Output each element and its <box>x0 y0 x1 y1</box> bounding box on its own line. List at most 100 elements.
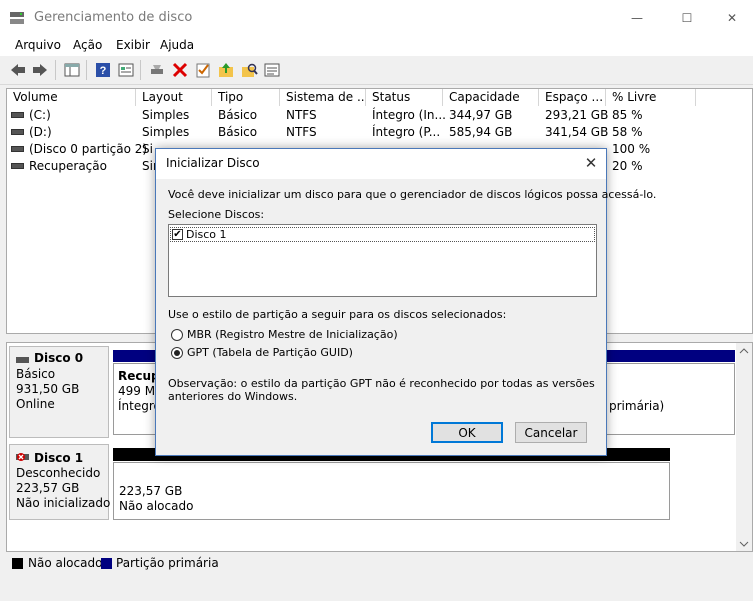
radio-selected-dot <box>174 350 180 356</box>
table-cell-volume[interactable]: (Disco 0 partição 2) <box>29 141 147 158</box>
table-cell-volume[interactable]: Recuperação <box>29 158 107 175</box>
partition-style-label: Use o estilo de partição a seguir para o… <box>168 308 507 321</box>
unallocated-size: 223,57 GB <box>119 484 183 498</box>
volume-icon <box>11 146 24 152</box>
toolbar-separator <box>86 60 87 80</box>
table-cell-status: Íntegro (P... <box>372 125 441 139</box>
disk-1-state: Não inicializado <box>16 496 111 510</box>
legend-bar <box>0 553 753 575</box>
table-cell-capacidade: 344,97 GB <box>449 108 513 122</box>
disk-list-item[interactable] <box>170 227 595 242</box>
select-disks-label: Selecione Discos: <box>168 208 265 221</box>
mbr-label[interactable]: MBR (Registro Mestre de Inicialização) <box>187 328 398 341</box>
column-header-sistema[interactable]: Sistema de ... <box>280 89 366 106</box>
properties-icon[interactable] <box>117 61 135 79</box>
table-cell-pct: 100 % <box>612 142 651 156</box>
legend-unallocated: Não alocado <box>28 556 103 570</box>
window-title: Gerenciamento de disco <box>34 10 193 25</box>
legend-primary-partition: Partição primária <box>116 556 219 570</box>
column-header-status[interactable]: Status <box>366 89 443 106</box>
console-tree-icon[interactable] <box>63 61 81 79</box>
svg-text:?: ? <box>100 65 107 77</box>
table-cell-capacidade: 585,94 GB <box>449 125 513 139</box>
gpt-note-text: Observação: o estilo da partição GPT não… <box>168 377 595 403</box>
help-icon[interactable]: ? <box>94 61 112 79</box>
table-cell-espaco: 293,21 GB <box>545 108 609 122</box>
back-arrow-icon[interactable] <box>9 61 27 79</box>
disk-0-state: Online <box>16 397 55 411</box>
disk-icon <box>16 353 29 363</box>
disk-1-type: Desconhecido <box>16 466 101 480</box>
column-header-volume[interactable]: Volume <box>7 89 136 106</box>
delete-icon[interactable] <box>171 61 189 79</box>
toolbar-separator <box>55 60 56 80</box>
close-window-button[interactable]: ✕ <box>709 0 753 36</box>
table-cell-volume[interactable]: (D:) <box>29 124 52 141</box>
menu-acao[interactable]: Ação <box>73 38 102 52</box>
checkmark-icon: ✔ <box>173 229 182 240</box>
table-cell-status: Íntegro (In... <box>372 108 446 122</box>
disk-0-name: Disco 0 <box>34 351 84 365</box>
dialog-close-button[interactable]: ✕ <box>580 153 602 173</box>
partition-title: Recup <box>118 369 160 383</box>
table-cell-layout: Si <box>142 142 153 156</box>
connect-disk-icon[interactable] <box>148 61 166 79</box>
column-header-pct-livre[interactable]: % Livre <box>606 89 696 106</box>
table-cell-tipo: Básico <box>218 125 258 139</box>
minimize-icon: — <box>631 11 643 25</box>
menu-arquivo[interactable]: Arquivo <box>15 38 61 52</box>
column-header-espaco[interactable]: Espaço ... <box>539 89 606 106</box>
maximize-button[interactable]: ☐ <box>664 0 710 36</box>
volume-icon <box>11 129 24 135</box>
close-icon: ✕ <box>584 154 598 172</box>
table-cell-fs: NTFS <box>286 125 317 139</box>
primary-partition-swatch <box>101 558 112 569</box>
dialog-intro-text: Você deve inicializar um disco para que … <box>168 188 657 201</box>
table-cell-espaco: 341,54 GB <box>545 125 609 139</box>
column-header-capacidade[interactable]: Capacidade <box>443 89 539 106</box>
disk-error-icon <box>16 451 29 461</box>
list-view-icon[interactable] <box>263 61 281 79</box>
gpt-label[interactable]: GPT (Tabela de Partição GUID) <box>187 346 353 359</box>
toolbar-separator <box>140 60 141 80</box>
toolbar <box>0 56 753 85</box>
dialog-title: Inicializar Disco <box>166 156 260 170</box>
menu-ajuda[interactable]: Ajuda <box>160 38 194 52</box>
table-cell-fs: NTFS <box>286 108 317 122</box>
minimize-button[interactable]: — <box>614 0 660 36</box>
table-cell-pct: 20 % <box>612 159 643 173</box>
disk-0-size: 931,50 GB <box>16 382 80 396</box>
table-cell-pct: 85 % <box>612 108 643 122</box>
partition-type-text: primária) <box>609 399 665 413</box>
folder-search-icon[interactable] <box>240 61 258 79</box>
menu-bar <box>0 36 753 56</box>
mbr-radio[interactable] <box>171 329 183 341</box>
checklist-icon[interactable] <box>194 61 212 79</box>
table-cell-tipo: Básico <box>218 108 258 122</box>
maximize-icon: ☐ <box>681 11 693 25</box>
volume-icon <box>11 163 24 169</box>
vertical-scrollbar[interactable] <box>736 343 752 551</box>
disk-1-size: 223,57 GB <box>16 481 80 495</box>
menu-exibir[interactable]: Exibir <box>116 38 150 52</box>
gpt-radio[interactable] <box>171 347 183 359</box>
table-cell-volume[interactable]: (C:) <box>29 107 51 124</box>
disk-item-label: Disco 1 <box>186 228 227 241</box>
column-header-tipo[interactable]: Tipo <box>212 89 280 106</box>
volume-icon <box>11 112 24 118</box>
folder-up-icon[interactable] <box>217 61 235 79</box>
forward-arrow-icon[interactable] <box>31 61 49 79</box>
table-cell-pct: 58 % <box>612 125 643 139</box>
close-icon: ✕ <box>726 11 738 25</box>
disk-1-unallocated-region[interactable] <box>113 462 670 520</box>
ok-button[interactable]: OK <box>431 422 503 443</box>
disk-1-name: Disco 1 <box>34 451 84 465</box>
table-cell-layout: Simples <box>142 125 190 139</box>
disk-management-app-icon <box>9 11 25 25</box>
disk-1-checkbox[interactable]: ✔ <box>172 229 183 240</box>
column-header-layout[interactable]: Layout <box>136 89 212 106</box>
table-cell-layout: Simples <box>142 108 190 122</box>
unallocated-status: Não alocado <box>119 499 194 513</box>
cancel-button[interactable]: Cancelar <box>515 422 587 443</box>
disk-0-type: Básico <box>16 367 56 381</box>
